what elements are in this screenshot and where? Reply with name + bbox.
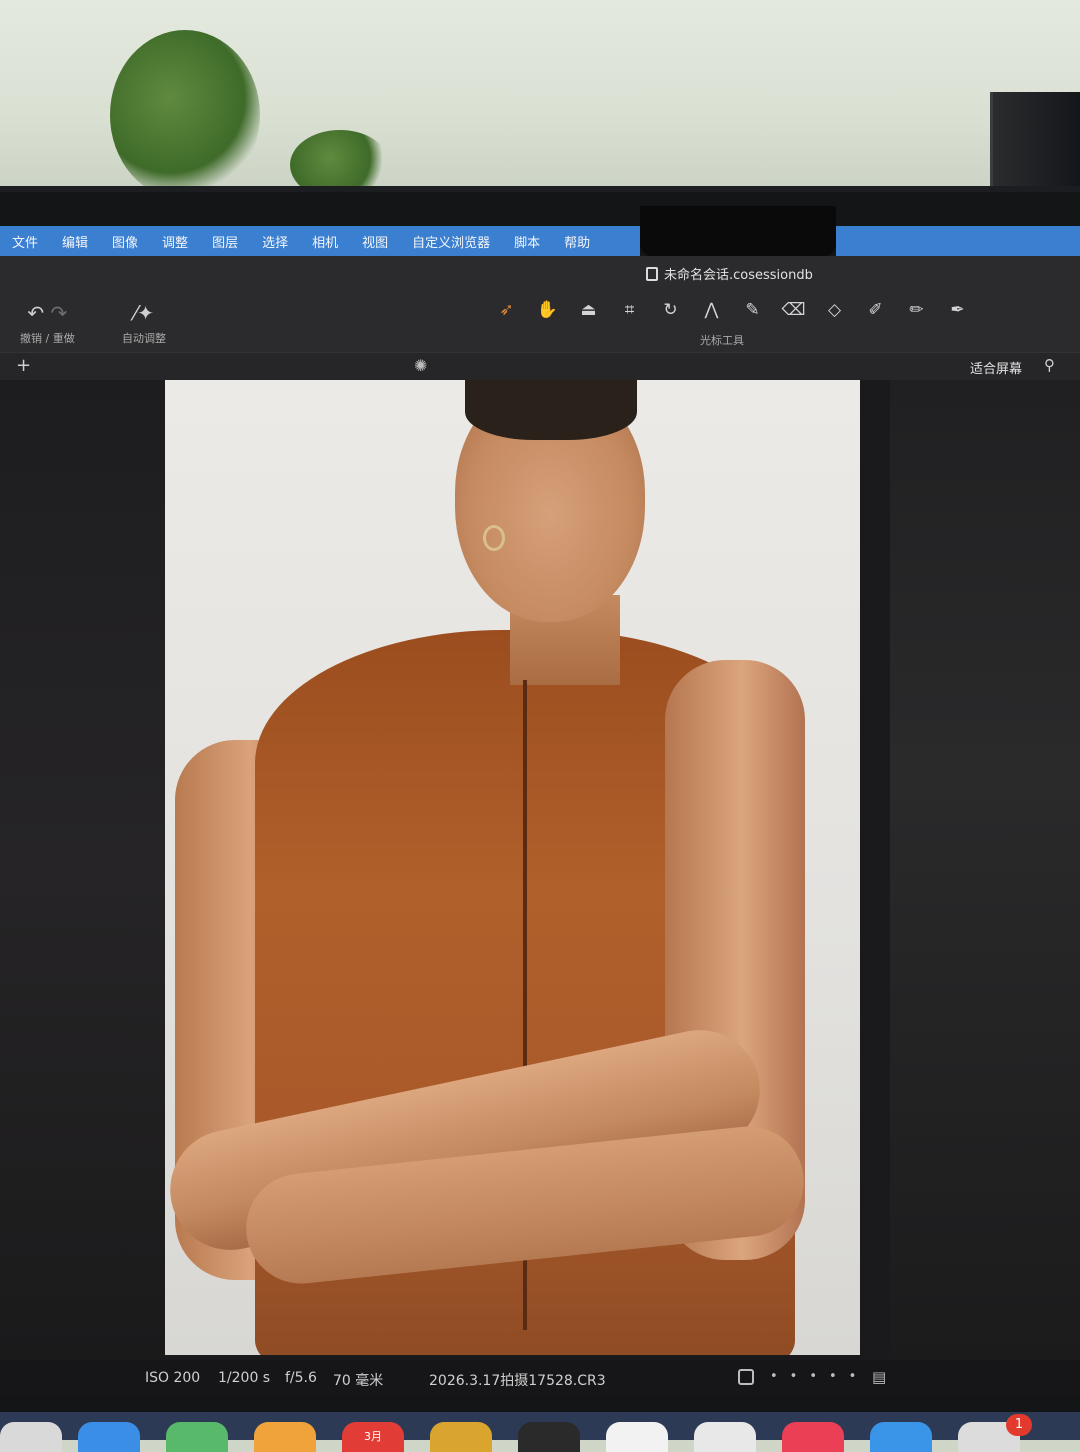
iso-value: ISO 200 bbox=[145, 1370, 201, 1386]
document-title-text: 未命名会话.cosessiondb bbox=[664, 268, 813, 283]
select-checkbox[interactable] bbox=[738, 1369, 754, 1385]
image-viewer bbox=[0, 380, 1080, 1360]
document-icon bbox=[646, 266, 658, 281]
status-bar: ISO 200 1/200 s f/5.6 70 毫米 2026.3.17拍摄1… bbox=[0, 1360, 1080, 1396]
calendar-month-label: 3月 bbox=[364, 1430, 382, 1443]
dock-app[interactable] bbox=[782, 1422, 844, 1452]
erase-mask-icon[interactable]: ◇ bbox=[820, 300, 849, 320]
crop-tool-icon[interactable]: ⌗ bbox=[615, 300, 644, 320]
aperture-value: f/5.6 bbox=[285, 1370, 317, 1386]
menu-file[interactable]: 文件 bbox=[0, 232, 50, 251]
menu-custom-browser[interactable]: 自定义浏览器 bbox=[400, 232, 502, 251]
keystone-tool-icon[interactable]: ⋀ bbox=[697, 300, 726, 320]
menu-layers[interactable]: 图层 bbox=[200, 232, 250, 251]
menu-adjust[interactable]: 调整 bbox=[150, 232, 200, 251]
cursor-tools: ➶ ✋ ⏏ ⌗ ↻ ⋀ ✎ ⌫ ◇ ✐ ✏ ✒ bbox=[492, 300, 972, 320]
dock: 3月 1 bbox=[0, 1412, 1080, 1452]
dock-app[interactable] bbox=[0, 1422, 62, 1452]
room-background bbox=[0, 0, 1080, 200]
pointer-tool-icon[interactable]: ➶ bbox=[492, 300, 521, 320]
menu-view[interactable]: 视图 bbox=[350, 232, 400, 251]
plant bbox=[110, 30, 260, 200]
menu-help[interactable]: 帮助 bbox=[552, 232, 602, 251]
dock-app[interactable] bbox=[606, 1422, 668, 1452]
menu-camera[interactable]: 相机 bbox=[300, 232, 350, 251]
portrait-hair bbox=[465, 380, 637, 440]
viewer-background-right bbox=[890, 380, 1080, 1360]
rating-dots[interactable]: ••••• bbox=[770, 1369, 868, 1384]
menu-select[interactable]: 选择 bbox=[250, 232, 300, 251]
dock-app[interactable] bbox=[518, 1422, 580, 1452]
dock-app[interactable] bbox=[870, 1422, 932, 1452]
monitor: 文件 编辑 图像 调整 图层 选择 相机 视图 自定义浏览器 脚本 帮助 未命名… bbox=[0, 186, 1080, 1416]
menu-image[interactable]: 图像 bbox=[100, 232, 150, 251]
rotate-tool-icon[interactable]: ↻ bbox=[656, 300, 685, 320]
portrait-earring bbox=[483, 525, 505, 551]
pen-tool-icon[interactable]: ✒ bbox=[943, 300, 972, 320]
dock-app[interactable] bbox=[694, 1422, 756, 1452]
add-button[interactable]: + bbox=[16, 355, 31, 376]
menu-bar-right bbox=[836, 226, 1080, 256]
undo-icon[interactable]: ↶ ↷ bbox=[27, 302, 67, 324]
auto-adjust-label: 自动调整 bbox=[122, 332, 166, 345]
camera-notch bbox=[640, 206, 836, 256]
fit-screen-button[interactable]: 适合屏幕 bbox=[970, 358, 1022, 377]
focal-length-value: 70 毫米 bbox=[333, 1373, 384, 1389]
file-name: 2026.3.17拍摄17528.CR3 bbox=[429, 1373, 606, 1389]
notification-badge: 1 bbox=[1006, 1414, 1032, 1436]
undo-redo-group[interactable]: ↶ ↷ 撤销 / 重做 bbox=[20, 302, 75, 346]
menu-edit[interactable]: 编辑 bbox=[50, 232, 100, 251]
list-icon[interactable]: ▤ bbox=[872, 1368, 886, 1386]
menu-bar: 文件 编辑 图像 调整 图层 选择 相机 视图 自定义浏览器 脚本 帮助 bbox=[0, 226, 640, 256]
undo-redo-label: 撤销 / 重做 bbox=[20, 332, 75, 345]
shutter-value: 1/200 s bbox=[218, 1370, 271, 1386]
menu-scripts[interactable]: 脚本 bbox=[502, 232, 552, 251]
dock-app[interactable] bbox=[254, 1422, 316, 1452]
hand-tool-icon[interactable]: ✋ bbox=[533, 300, 562, 320]
viewer-background-left bbox=[0, 380, 165, 1360]
zoom-icon[interactable]: ⚲ bbox=[1044, 356, 1055, 374]
picker-tool-icon[interactable]: ✐ bbox=[861, 300, 890, 320]
annotate-tool-icon[interactable]: ✏ bbox=[902, 300, 931, 320]
dock-app[interactable] bbox=[430, 1422, 492, 1452]
eraser-tool-icon[interactable]: ⌫ bbox=[779, 300, 808, 320]
dock-app[interactable] bbox=[78, 1422, 140, 1452]
cursor-tools-label: 光标工具 bbox=[700, 334, 744, 347]
magic-wand-icon: ⁄✦ bbox=[133, 301, 155, 325]
dock-app[interactable] bbox=[166, 1422, 228, 1452]
photo-preview[interactable] bbox=[165, 380, 860, 1355]
viewer-bar: + ✺ 适合屏幕 ⚲ bbox=[0, 352, 1080, 380]
second-monitor bbox=[990, 92, 1080, 192]
brush-tool-icon[interactable]: ✎ bbox=[738, 300, 767, 320]
document-title: 未命名会话.cosessiondb bbox=[646, 264, 813, 283]
auto-adjust-button[interactable]: ⁄✦ 自动调整 bbox=[122, 302, 166, 346]
bucket-tool-icon[interactable]: ⏏ bbox=[574, 300, 603, 320]
loading-spinner-icon: ✺ bbox=[414, 356, 428, 375]
